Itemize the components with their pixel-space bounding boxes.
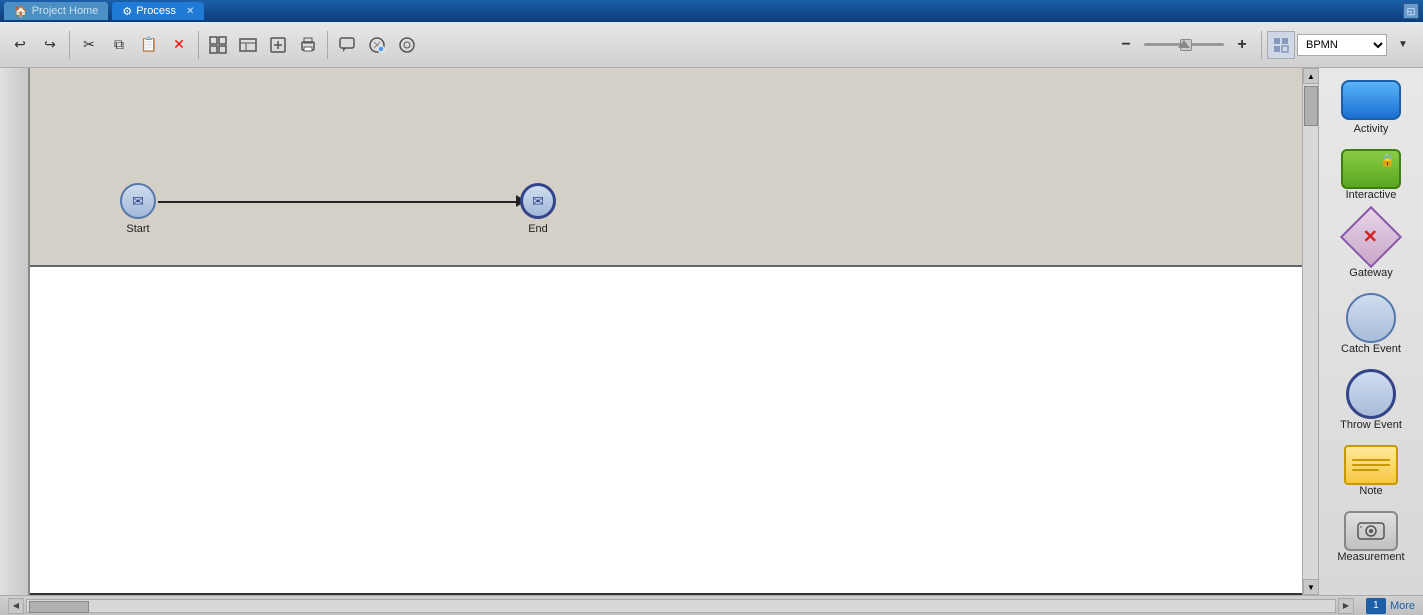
panel-item-throw-event[interactable]: Throw Event bbox=[1326, 365, 1416, 435]
status-bar: ◀ ▶ 1 More bbox=[0, 595, 1423, 615]
measurement-label: Measurement bbox=[1337, 551, 1404, 563]
undo-button[interactable]: ↩ bbox=[6, 31, 34, 59]
zoom-out-button[interactable]: − bbox=[1112, 31, 1140, 59]
note-label: Note bbox=[1359, 485, 1382, 497]
toolbar-separator-4 bbox=[1261, 31, 1262, 59]
end-node-shape: ✉ bbox=[520, 183, 556, 219]
print-button[interactable] bbox=[294, 31, 322, 59]
lane-bottom bbox=[30, 267, 1318, 595]
throw-event-label: Throw Event bbox=[1340, 419, 1402, 431]
project-home-icon: 🏠 bbox=[14, 5, 28, 18]
window-resize-button[interactable]: ◱ bbox=[1403, 3, 1419, 19]
catch-event-label: Catch Event bbox=[1341, 343, 1401, 355]
note-icon bbox=[1344, 445, 1398, 485]
panel-item-catch-event[interactable]: Catch Event bbox=[1326, 289, 1416, 359]
tool3-button[interactable] bbox=[264, 31, 292, 59]
toolbar: ↩ ↪ ✂ ⧉ 📋 ✕ − + BPMN bbox=[0, 22, 1423, 68]
panel-item-gateway[interactable]: ✕ Gateway bbox=[1326, 211, 1416, 283]
gateway-icon: ✕ bbox=[1340, 206, 1402, 268]
panel-item-activity[interactable]: Activity bbox=[1326, 76, 1416, 139]
page-number-button[interactable]: 1 bbox=[1366, 598, 1386, 614]
cut-button[interactable]: ✂ bbox=[75, 31, 103, 59]
measurement-icon bbox=[1344, 511, 1398, 551]
canvas-scrollbar: ▲ ▼ bbox=[1302, 68, 1318, 595]
view-button[interactable] bbox=[1267, 31, 1295, 59]
right-panel: Activity 🔒 Interactive ✕ Gateway Catch E… bbox=[1318, 68, 1423, 595]
activity-icon bbox=[1341, 80, 1401, 120]
tool5-button[interactable] bbox=[363, 31, 391, 59]
tool1-button[interactable] bbox=[204, 31, 232, 59]
start-envelope-icon: ✉ bbox=[132, 193, 144, 210]
throw-event-icon bbox=[1346, 369, 1396, 419]
scroll-down-button[interactable]: ▼ bbox=[1303, 579, 1319, 595]
diagram-dropdown-button[interactable]: ▼ bbox=[1389, 31, 1417, 59]
process-icon: ⚙ bbox=[122, 5, 132, 18]
horizontal-scroll-track bbox=[26, 599, 1336, 613]
toolbar-separator-3 bbox=[327, 31, 328, 59]
panel-item-note[interactable]: Note bbox=[1326, 441, 1416, 501]
zoom-controls: − + bbox=[1112, 31, 1256, 59]
catch-event-icon bbox=[1346, 293, 1396, 343]
panel-item-interactive[interactable]: 🔒 Interactive bbox=[1326, 145, 1416, 205]
start-node-shape: ✉ bbox=[120, 183, 156, 219]
paste-button[interactable]: 📋 bbox=[135, 31, 163, 59]
scroll-right-button[interactable]: ▶ bbox=[1338, 598, 1354, 614]
gateway-label: Gateway bbox=[1349, 267, 1392, 279]
activity-label: Activity bbox=[1354, 123, 1389, 135]
interactive-icon: 🔒 bbox=[1341, 149, 1401, 189]
copy-button[interactable]: ⧉ bbox=[105, 31, 133, 59]
end-node[interactable]: ✉ End bbox=[520, 183, 556, 235]
tool2-button[interactable] bbox=[234, 31, 262, 59]
scroll-up-button[interactable]: ▲ bbox=[1303, 68, 1319, 84]
scroll-left-button[interactable]: ◀ bbox=[8, 598, 24, 614]
lane-top: ✉ Start ✉ End bbox=[30, 68, 1318, 267]
panel-item-measurement[interactable]: Measurement bbox=[1326, 507, 1416, 567]
scroll-thumb[interactable] bbox=[1304, 86, 1318, 126]
toolbar-separator-1 bbox=[69, 31, 70, 59]
interactive-label: Interactive bbox=[1346, 189, 1397, 201]
main-area: ✉ Start ✉ End ▲ ▼ bbox=[0, 68, 1423, 595]
tool6-button[interactable] bbox=[393, 31, 421, 59]
comment-button[interactable] bbox=[333, 31, 361, 59]
more-label[interactable]: More bbox=[1390, 600, 1415, 612]
horizontal-scroll-thumb[interactable] bbox=[29, 601, 89, 613]
tab-process[interactable]: ⚙ Process ✕ bbox=[112, 2, 204, 20]
diagram-type-select[interactable]: BPMN UML Flowchart bbox=[1297, 34, 1387, 56]
zoom-in-button[interactable]: + bbox=[1228, 31, 1256, 59]
redo-button[interactable]: ↪ bbox=[36, 31, 64, 59]
tab-project-home[interactable]: 🏠 Project Home bbox=[4, 2, 108, 20]
canvas-wrapper: ✉ Start ✉ End ▲ ▼ bbox=[30, 68, 1318, 595]
left-sidebar bbox=[0, 68, 30, 595]
start-node[interactable]: ✉ Start bbox=[120, 183, 156, 235]
process-arrow bbox=[158, 201, 518, 203]
scroll-track bbox=[1303, 84, 1318, 579]
title-bar: 🏠 Project Home ⚙ Process ✕ ◱ bbox=[0, 0, 1423, 22]
delete-button[interactable]: ✕ bbox=[165, 31, 193, 59]
zoom-slider-track[interactable] bbox=[1144, 38, 1224, 52]
tab-close-icon[interactable]: ✕ bbox=[186, 6, 194, 17]
end-envelope-icon: ✉ bbox=[532, 193, 544, 210]
start-node-label: Start bbox=[126, 223, 149, 235]
toolbar-separator-2 bbox=[198, 31, 199, 59]
end-node-label: End bbox=[528, 223, 548, 235]
